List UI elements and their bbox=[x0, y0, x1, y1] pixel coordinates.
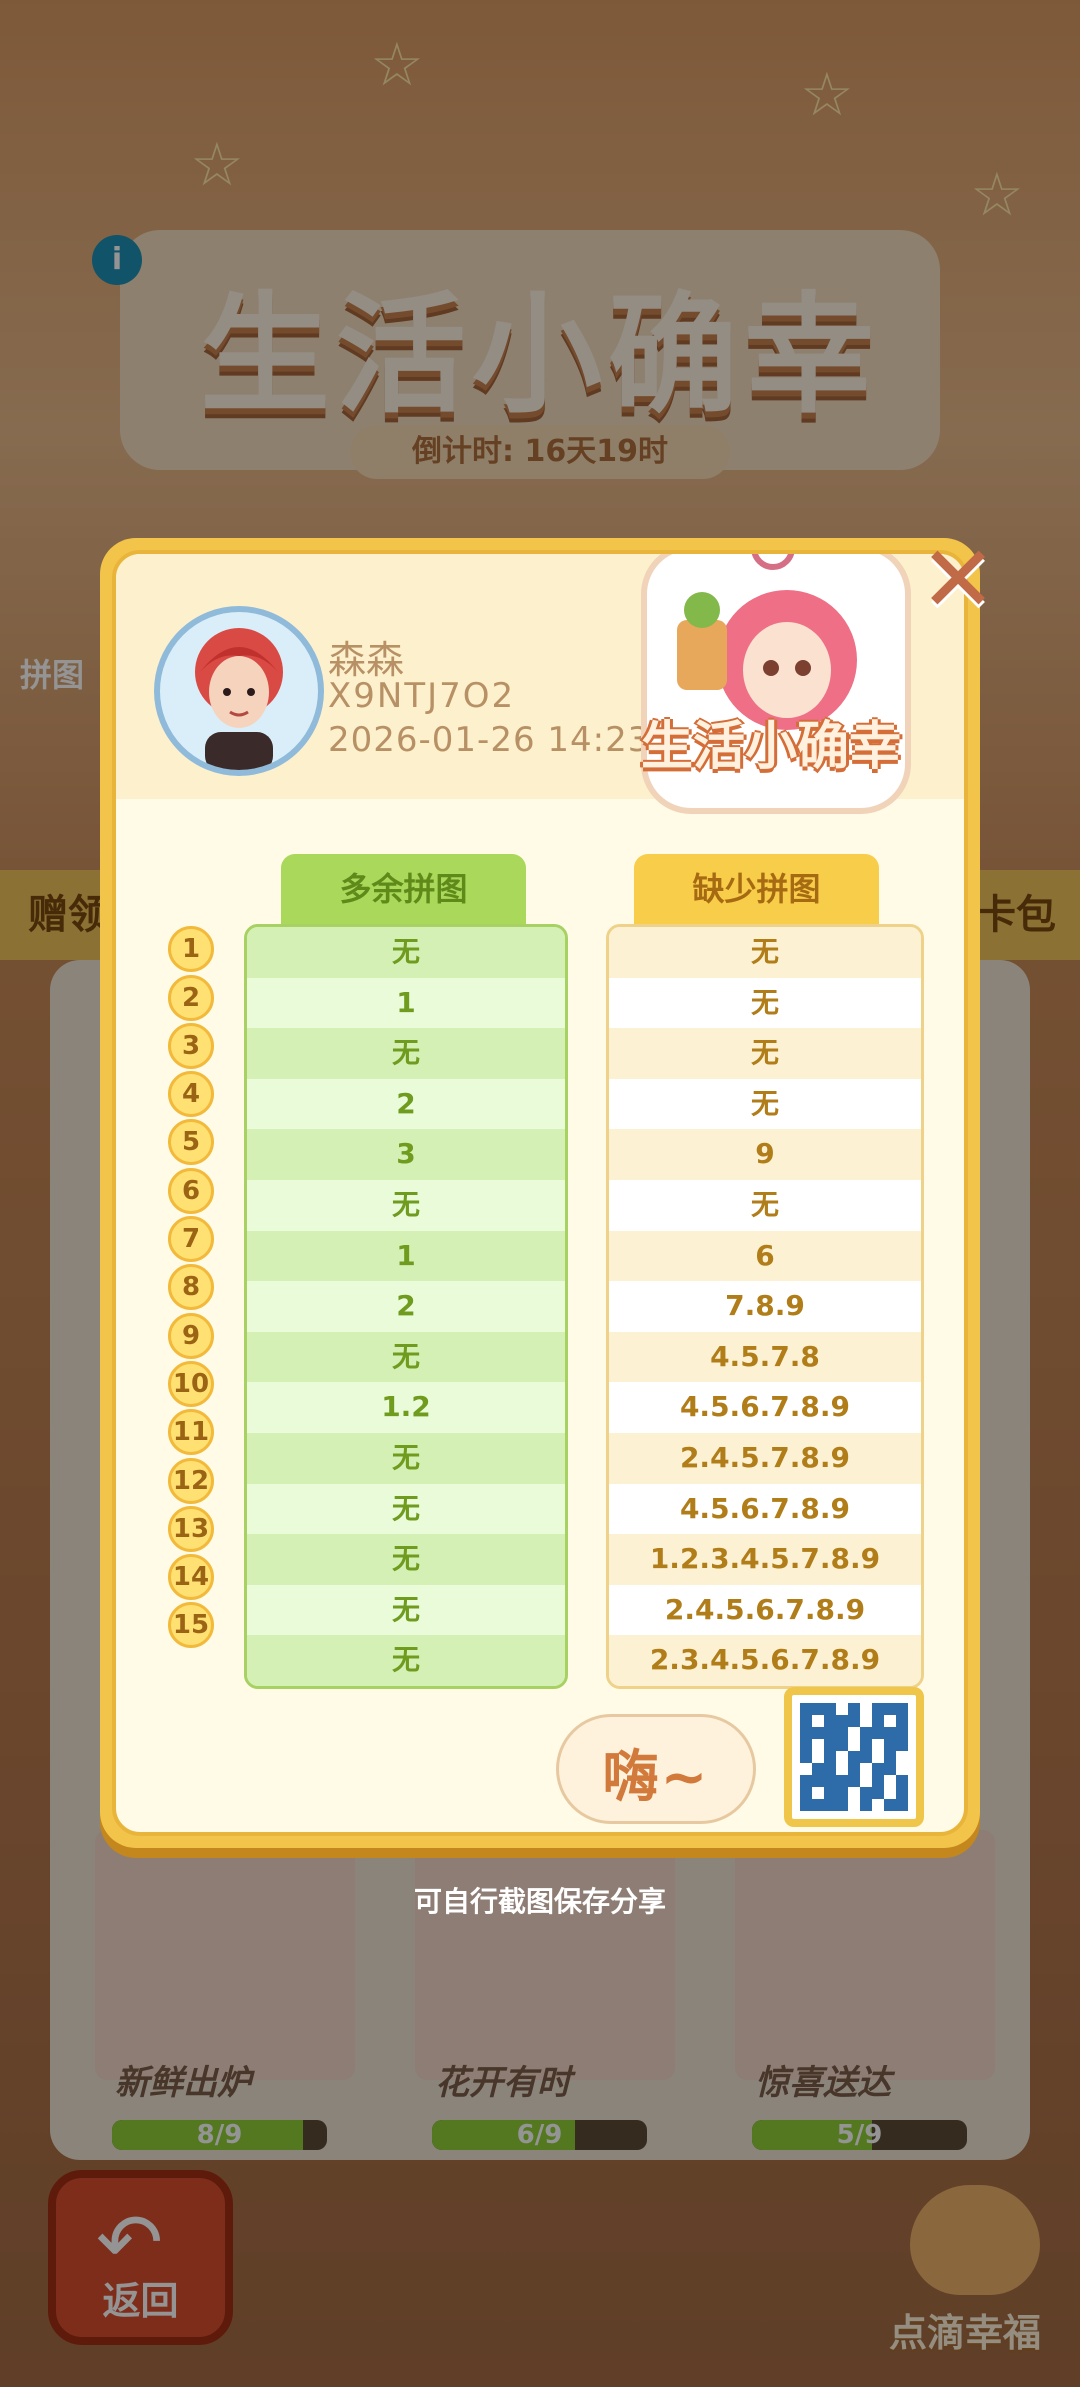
extra-pieces-cell: 2 bbox=[247, 1078, 565, 1130]
avatar bbox=[154, 606, 324, 776]
extra-pieces-cell: 1 bbox=[247, 1230, 565, 1282]
row-number-badge: 4 bbox=[168, 1071, 214, 1118]
close-button[interactable]: ✕ bbox=[918, 534, 998, 626]
row-number-badge: 14 bbox=[168, 1554, 214, 1601]
logo-text: 嗨~ bbox=[602, 1745, 710, 1810]
screenshot-hint: 可自行截图保存分享 bbox=[413, 1885, 666, 1918]
missing-pieces-cell: 7.8.9 bbox=[609, 1281, 921, 1332]
extra-pieces-header: 多余拼图 bbox=[281, 854, 526, 924]
missing-pieces-cell: 无 bbox=[609, 1078, 921, 1130]
missing-pieces-cell: 1.2.3.4.5.7.8.9 bbox=[609, 1534, 921, 1585]
row-number-badge: 2 bbox=[168, 974, 214, 1021]
extra-pieces-cell: 无 bbox=[247, 1635, 565, 1686]
avatar-portrait-icon bbox=[195, 628, 283, 770]
row-number-badge: 13 bbox=[168, 1505, 214, 1552]
extra-pieces-cell: 2 bbox=[247, 1281, 565, 1332]
extra-pieces-table: 无 1 无 2 3 无 1 2 无 1.2 无无无无无 bbox=[244, 924, 568, 1689]
missing-pieces-cell: 2.4.5.6.7.8.9 bbox=[609, 1584, 921, 1636]
extra-pieces-cell: 3 bbox=[247, 1129, 565, 1180]
dialog-body: 森森 X9NTJ7O2 2026-01-26 14:23 生活小确幸 多余拼图 … bbox=[112, 550, 968, 1836]
row-number-badge: 10 bbox=[168, 1360, 214, 1407]
missing-pieces-cell: 2.4.5.7.8.9 bbox=[609, 1432, 921, 1484]
dialog-header: 森森 X9NTJ7O2 2026-01-26 14:23 生活小确幸 bbox=[116, 554, 964, 814]
missing-pieces-cell: 无 bbox=[609, 1179, 921, 1231]
extra-pieces-cell: 无 bbox=[247, 927, 565, 978]
missing-pieces-cell: 6 bbox=[609, 1230, 921, 1282]
row-number-badge: 12 bbox=[168, 1457, 214, 1504]
extra-pieces-cell: 1.2 bbox=[247, 1382, 565, 1433]
missing-pieces-cell: 4.5.7.8 bbox=[609, 1331, 921, 1383]
extra-pieces-cell: 无 bbox=[247, 1331, 565, 1383]
extra-pieces-cell: 无 bbox=[247, 1483, 565, 1535]
missing-pieces-cell: 无 bbox=[609, 927, 921, 978]
badge-title: 生活小确幸 bbox=[640, 717, 901, 777]
row-number-badge: 15 bbox=[168, 1602, 214, 1649]
row-number-badge: 6 bbox=[168, 1167, 214, 1214]
extra-pieces-cell: 无 bbox=[247, 1584, 565, 1636]
missing-pieces-header: 缺少拼图 bbox=[634, 854, 879, 924]
row-number-column: 1 2 3 4 5 6 7 8 9 10 11 12 13 14 15 bbox=[168, 924, 218, 1651]
row-number-badge: 3 bbox=[168, 1022, 214, 1069]
extra-pieces-cell: 1 bbox=[247, 977, 565, 1029]
row-number-badge: 1 bbox=[168, 926, 214, 973]
missing-pieces-cell: 4.5.6.7.8.9 bbox=[609, 1382, 921, 1433]
row-number-badge: 8 bbox=[168, 1264, 214, 1311]
row-number-badge: 11 bbox=[168, 1409, 214, 1456]
missing-pieces-cell: 9 bbox=[609, 1129, 921, 1180]
extra-pieces-cell: 无 bbox=[247, 1534, 565, 1585]
row-number-badge: 9 bbox=[168, 1312, 214, 1359]
extra-pieces-cell: 无 bbox=[247, 1432, 565, 1484]
missing-pieces-table: 无无无无 9 无 6 7.8.9 4.5.7.8 4.5.6.7.8.9 2.4.5.7.8.… bbox=[606, 924, 924, 1689]
extra-pieces-cell: 无 bbox=[247, 1028, 565, 1079]
event-badge: 生活小确幸 bbox=[641, 554, 921, 814]
brand-logo: 嗨~ bbox=[556, 1704, 756, 1824]
row-number-badge: 5 bbox=[168, 1119, 214, 1166]
record-timestamp: 2026-01-26 14:23 bbox=[328, 720, 651, 760]
missing-pieces-cell: 无 bbox=[609, 1028, 921, 1079]
row-number-badge: 7 bbox=[168, 1216, 214, 1263]
missing-pieces-cell: 4.5.6.7.8.9 bbox=[609, 1483, 921, 1535]
puzzle-summary-dialog: 森森 X9NTJ7O2 2026-01-26 14:23 生活小确幸 多余拼图 … bbox=[100, 538, 980, 1848]
qr-code bbox=[784, 1687, 924, 1827]
missing-pieces-cell: 无 bbox=[609, 977, 921, 1029]
qr-code-pattern bbox=[800, 1703, 908, 1811]
missing-pieces-cell: 2.3.4.5.6.7.8.9 bbox=[609, 1635, 921, 1686]
user-id: X9NTJ7O2 bbox=[328, 676, 516, 716]
extra-pieces-cell: 无 bbox=[247, 1179, 565, 1231]
